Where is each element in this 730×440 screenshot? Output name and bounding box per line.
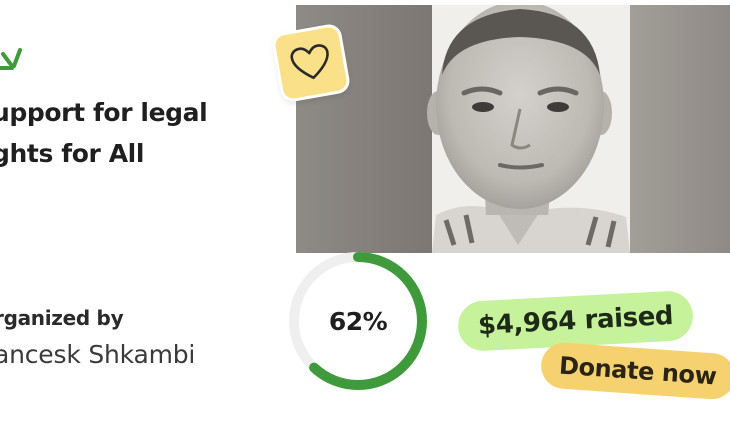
portrait-illustration [296,5,730,253]
organizer-label: rganized by [0,306,124,330]
donate-button[interactable]: Donate now [539,341,730,401]
campaign-photo [296,5,730,253]
heart-icon [290,44,329,80]
organizer-name: ancesk Shkambi [0,340,196,369]
favorite-button[interactable] [273,25,349,101]
campaign-title-line-1: upport for legal [0,98,208,127]
sparkle-icon [0,48,22,70]
progress-percent: 62% [328,306,388,336]
campaign-title-line-2: ghts for All [0,139,144,168]
campaign-title: upport for legal ghts for All [0,92,262,174]
